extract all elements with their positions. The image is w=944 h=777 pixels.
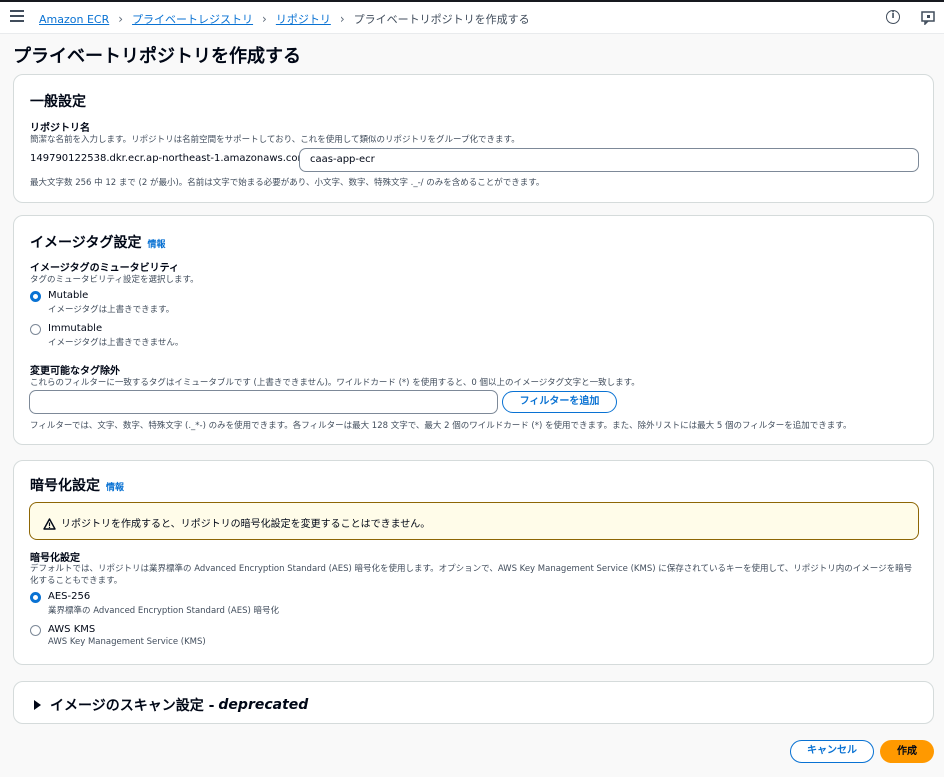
encryption-settings-title-text: 暗号化設定 [30, 478, 100, 494]
general-settings-title: 一般設定 [30, 94, 86, 110]
encryption-description: デフォルトでは、リポジトリは業界標準の Advanced Encryption … [30, 564, 913, 586]
radio-aes-256[interactable]: AES-256 業界標準の Advanced Encryption Standa… [30, 591, 279, 616]
image-tag-settings-title-text: イメージタグ設定 [30, 235, 142, 251]
info-link[interactable]: 情報 [147, 240, 165, 250]
radio-description: AWS Key Management Service (KMS) [48, 637, 206, 647]
breadcrumb-private-registry[interactable]: プライベートレジストリ [132, 11, 253, 27]
cancel-button[interactable]: キャンセル [790, 740, 874, 763]
repository-uri-prefix: 149790122538.dkr.ecr.ap-northeast-1.amaz… [30, 153, 311, 164]
tag-filter-hint: フィルターでは、文字、数字、特殊文字 (._*-) のみを使用できます。各フィル… [30, 421, 852, 431]
feedback-icon[interactable] [921, 10, 935, 26]
tag-exclusion-label: 変更可能なタグ除外 [30, 366, 120, 377]
menu-icon[interactable] [10, 10, 24, 22]
radio-label: AWS KMS [48, 624, 96, 635]
create-button[interactable]: 作成 [880, 740, 934, 763]
radio-immutable[interactable]: Immutable イメージタグは上書きできません。 [30, 323, 183, 348]
info-link[interactable]: 情報 [106, 483, 124, 493]
image-scan-settings-panel[interactable]: イメージのスキャン設定 - deprecated [13, 681, 934, 724]
encryption-label: 暗号化設定 [30, 553, 80, 564]
tag-mutability-label: イメージタグのミュータビリティ [30, 263, 179, 274]
radio-mutable[interactable]: Mutable イメージタグは上書きできます。 [30, 290, 174, 315]
image-scan-settings-title: イメージのスキャン設定 - [50, 698, 215, 714]
tag-filter-input[interactable] [29, 390, 498, 414]
general-settings-panel: 一般設定 リポジトリ名 簡潔な名前を入力します。リポジトリは名前空間をサポートし… [13, 74, 934, 203]
warning-alert: リポジトリを作成すると、リポジトリの暗号化設定を変更することはできません。 [29, 502, 919, 540]
breadcrumb-amazon-ecr[interactable]: Amazon ECR [39, 13, 109, 26]
tag-mutability-description: タグのミュータビリティ設定を選択します。 [30, 275, 199, 285]
breadcrumb-current: プライベートリポジトリを作成する [353, 13, 530, 26]
radio-description: 業界標準の Advanced Encryption Standard (AES)… [48, 606, 280, 616]
image-tag-settings-panel: イメージタグ設定 情報 イメージタグのミュータビリティ タグのミュータビリティ設定… [13, 215, 934, 445]
chevron-right-icon: › [118, 12, 124, 26]
repository-name-input[interactable]: caas-app-ecr [299, 148, 919, 172]
breadcrumb: Amazon ECR › プライベートレジストリ › リポジトリ › プライベー… [39, 11, 530, 27]
chevron-right-icon: › [262, 12, 267, 26]
info-icon[interactable]: i [886, 10, 900, 24]
warning-icon [43, 515, 56, 534]
caret-right-icon [34, 700, 41, 710]
radio-aws-kms[interactable]: AWS KMS AWS Key Management Service (KMS) [30, 624, 206, 647]
radio-label: AES-256 [48, 591, 91, 602]
encryption-settings-panel: 暗号化設定 情報 リポジトリを作成すると、リポジトリの暗号化設定を変更することはで… [13, 460, 934, 665]
add-filter-button[interactable]: フィルターを追加 [502, 391, 617, 413]
repository-name-hint: 最大文字数 256 中 12 まで (2 が最小)。名前は文字で始まる必要があり… [30, 178, 545, 188]
chevron-right-icon: › [339, 12, 345, 26]
page-title: プライベートリポジトリを作成する [13, 46, 301, 67]
repository-name-description: 簡潔な名前を入力します。リポジトリは名前空間をサポートしており、これを使用して類… [30, 135, 520, 145]
repository-name-label: リポジトリ名 [30, 123, 90, 134]
warning-alert-text: リポジトリを作成すると、リポジトリの暗号化設定を変更することはできません。 [61, 519, 431, 530]
radio-button-checked[interactable] [30, 592, 41, 603]
radio-button-checked[interactable] [30, 291, 41, 302]
top-navigation: Amazon ECR › プライベートレジストリ › リポジトリ › プライベー… [0, 0, 944, 34]
radio-label: Immutable [48, 323, 103, 334]
image-scan-settings-header[interactable]: イメージのスキャン設定 - deprecated [34, 695, 308, 715]
tag-exclusion-description: これらのフィルターに一致するタグはイミュータブルです (上書きできません)。ワイ… [30, 378, 640, 388]
radio-description: イメージタグは上書きできます。 [48, 305, 175, 315]
deprecated-label: deprecated [218, 697, 309, 713]
radio-label: Mutable [48, 290, 89, 301]
encryption-settings-title: 暗号化設定 情報 [30, 475, 124, 495]
radio-button[interactable] [30, 625, 41, 636]
radio-button[interactable] [30, 324, 41, 335]
radio-description: イメージタグは上書きできません。 [48, 338, 184, 348]
breadcrumb-repositories[interactable]: リポジトリ [276, 11, 331, 27]
image-tag-settings-title: イメージタグ設定 情報 [30, 232, 165, 252]
